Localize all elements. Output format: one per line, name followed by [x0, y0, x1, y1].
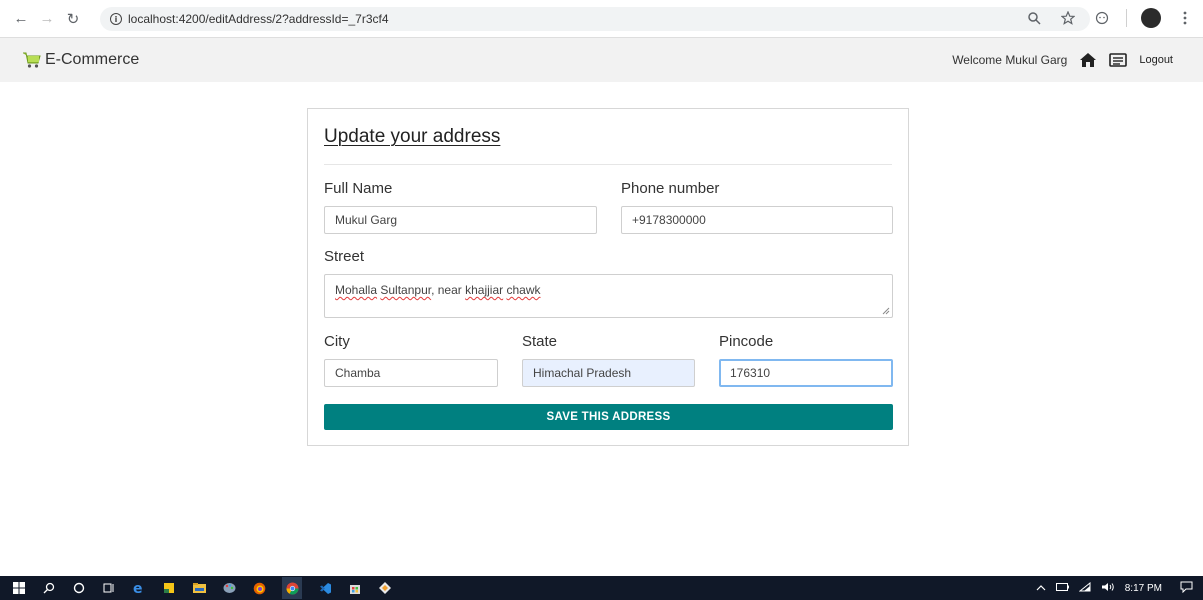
sticky-notes-icon[interactable] — [162, 581, 176, 595]
toolbar-separator — [1126, 9, 1127, 27]
volume-icon[interactable] — [1101, 582, 1115, 595]
address-bar[interactable]: i localhost:4200/editAddress/2?addressId… — [100, 7, 1090, 31]
phone-field[interactable]: +9178300000 — [621, 206, 893, 234]
street-label: Street — [324, 248, 365, 265]
store-icon[interactable] — [348, 581, 362, 595]
chevron-up-icon[interactable] — [1036, 583, 1046, 594]
chrome-icon[interactable] — [282, 577, 302, 599]
street-text-part: Mohalla — [335, 283, 378, 297]
search-icon[interactable] — [42, 581, 56, 595]
app-header: E-Commerce Welcome Mukul Garg Logout — [0, 38, 1203, 82]
info-icon[interactable]: i — [110, 13, 122, 25]
paint-icon[interactable] — [222, 581, 236, 595]
url-text: localhost:4200/editAddress/2?addressId=_… — [128, 12, 389, 26]
home-icon[interactable] — [1079, 52, 1097, 68]
zoom-icon[interactable] — [1024, 8, 1044, 28]
task-view-icon[interactable] — [102, 581, 116, 595]
welcome-text: Welcome Mukul Garg — [952, 53, 1068, 67]
menu-icon[interactable] — [1175, 8, 1195, 28]
system-tray: 8:17 PM — [1036, 576, 1193, 600]
street-text-part: khajjiar — [465, 283, 504, 297]
street-text-part: Sultanpur — [380, 283, 432, 297]
page-title: Update your address — [324, 126, 501, 147]
state-field[interactable]: Himachal Pradesh — [522, 359, 695, 387]
street-field[interactable]: Mohalla Sultanpur, near khajjiar chawk — [324, 274, 893, 318]
taskbar: e 8:17 PM — [0, 576, 1203, 600]
state-label: State — [522, 333, 558, 350]
address-card: Update your address Full Name Mukul Garg… — [307, 108, 909, 446]
pincode-field[interactable]: 176310 — [719, 359, 893, 387]
notifications-icon[interactable] — [1180, 581, 1193, 596]
clock-time[interactable]: 8:17 PM — [1125, 583, 1162, 594]
forward-icon[interactable]: → — [36, 8, 58, 30]
street-text-part: , near — [431, 283, 466, 297]
vscode-icon[interactable] — [318, 581, 332, 595]
phone-label: Phone number — [621, 180, 720, 197]
city-field[interactable]: Chamba — [324, 359, 498, 387]
sourcetree-icon[interactable] — [378, 581, 392, 595]
edge-icon[interactable]: e — [132, 581, 146, 595]
cortana-icon[interactable] — [72, 581, 86, 595]
city-label: City — [324, 333, 350, 350]
pincode-label: Pincode — [719, 333, 774, 350]
battery-icon[interactable] — [1055, 582, 1069, 594]
divider — [324, 164, 892, 165]
file-explorer-icon[interactable] — [192, 581, 206, 595]
list-icon[interactable] — [1109, 52, 1128, 68]
brand-name: E-Commerce — [45, 51, 140, 68]
full-name-label: Full Name — [324, 180, 393, 197]
firefox-icon[interactable] — [252, 581, 266, 595]
logout-link[interactable]: Logout — [1139, 54, 1173, 66]
resize-grip-icon[interactable] — [882, 307, 890, 315]
cart-icon — [23, 52, 41, 68]
svg-text:e: e — [133, 581, 143, 595]
full-name-field[interactable]: Mukul Garg — [324, 206, 597, 234]
brand[interactable]: E-Commerce — [22, 51, 139, 69]
extension-icon[interactable] — [1092, 8, 1112, 28]
street-text-part: chawk — [506, 283, 541, 297]
back-icon[interactable]: ← — [10, 8, 32, 30]
wifi-icon[interactable] — [1078, 581, 1091, 595]
profile-avatar[interactable] — [1141, 8, 1161, 28]
save-address-button[interactable]: SAVE THIS ADDRESS — [324, 404, 893, 430]
browser-toolbar: ← → ↻ i localhost:4200/editAddress/2?add… — [0, 0, 1203, 38]
star-icon[interactable] — [1058, 8, 1078, 28]
windows-start-icon[interactable] — [12, 581, 26, 595]
reload-icon[interactable]: ↻ — [62, 8, 84, 30]
